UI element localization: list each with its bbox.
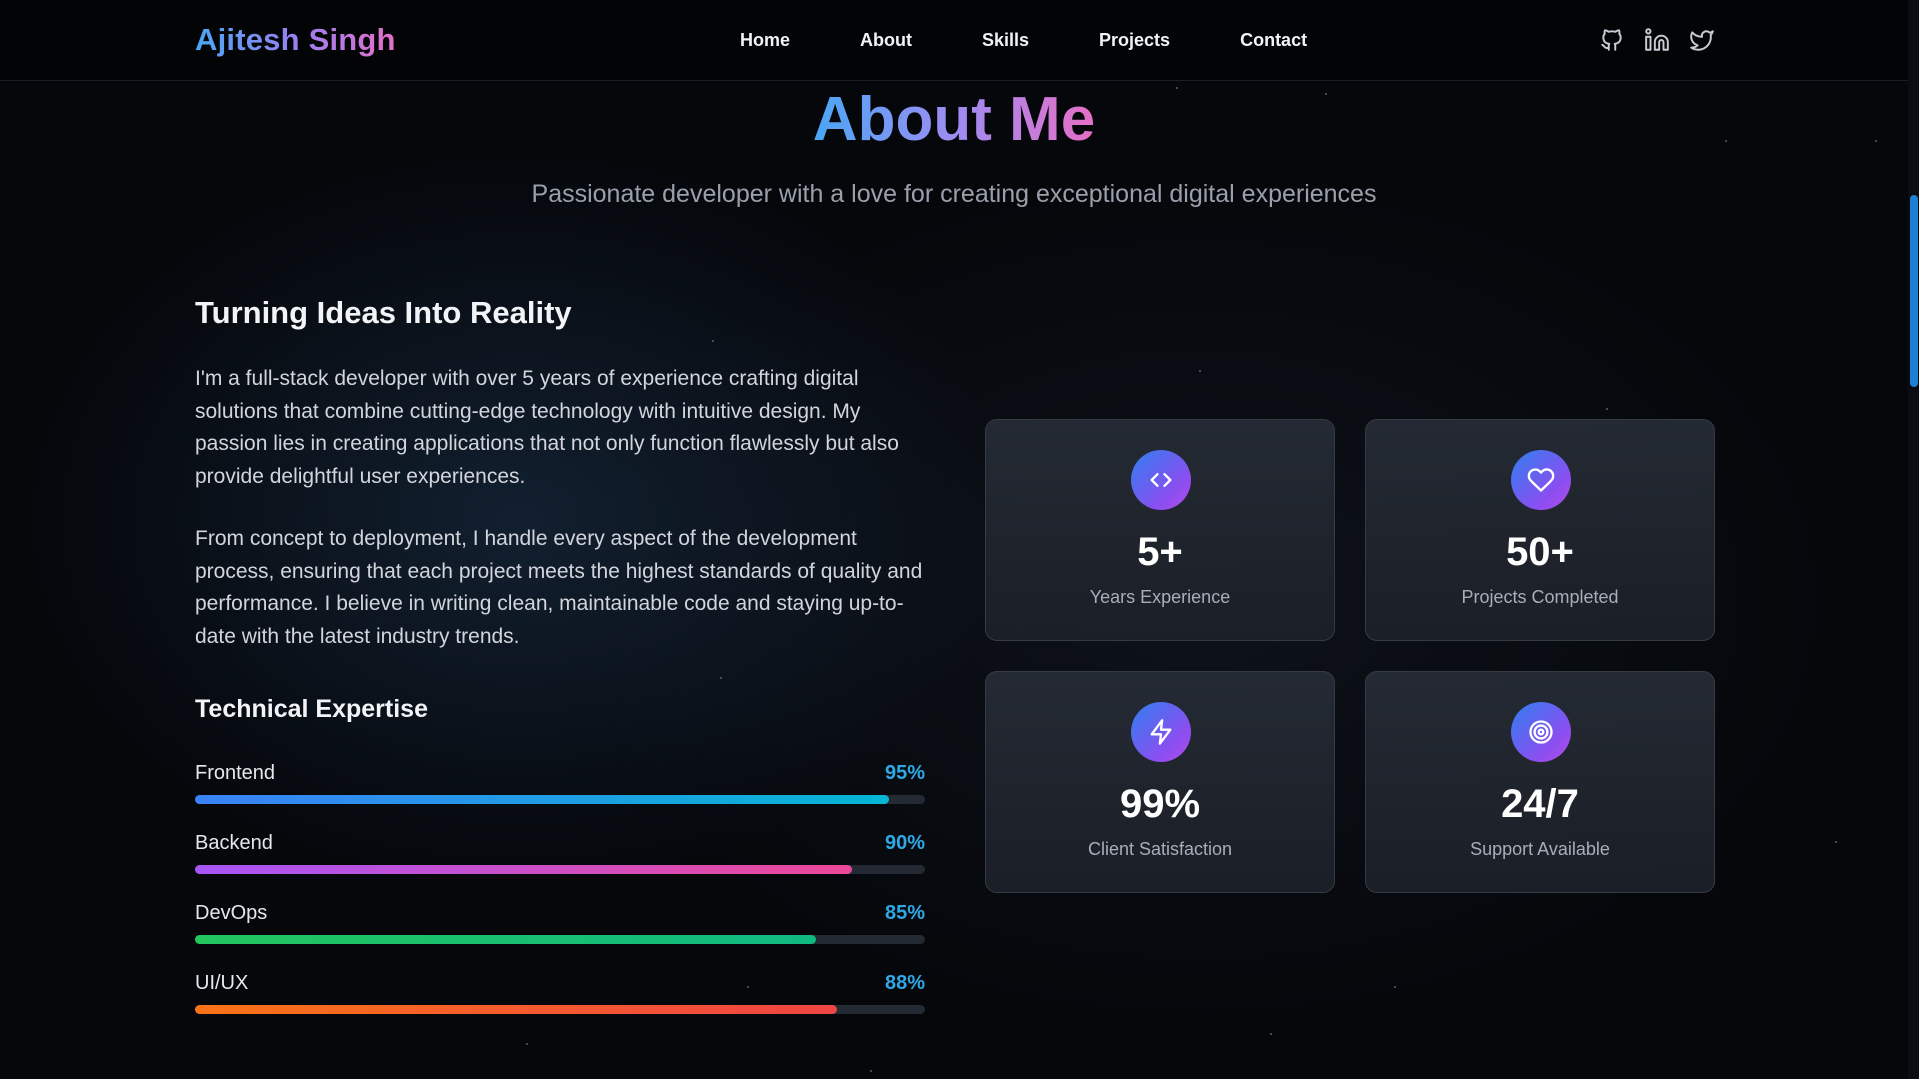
stat-value: 24/7 [1501, 782, 1579, 826]
skill-percent: 88% [884, 972, 925, 994]
expertise-heading: Technical Expertise [195, 695, 428, 723]
stat-value: 5+ [1137, 530, 1183, 574]
skill-progress-fill [195, 795, 889, 804]
nav-projects[interactable]: Projects [1099, 30, 1170, 51]
skill-uiux: UI/UX 88% [195, 972, 925, 1032]
heart-icon [1511, 450, 1571, 510]
target-icon [1511, 702, 1571, 762]
stat-label: Years Experience [1089, 587, 1231, 607]
page-title: About Me [812, 85, 1096, 154]
brand-logo[interactable]: Ajitesh Singh [195, 22, 396, 58]
social-links [1599, 27, 1734, 55]
code-icon [1131, 450, 1191, 510]
stat-card-support: 24/7 Support Available [1365, 671, 1715, 893]
skill-name: Backend [195, 832, 273, 854]
stat-label: Client Satisfaction [1087, 839, 1233, 859]
stat-card-experience: 5+ Years Experience [985, 419, 1335, 641]
scrollbar-thumb[interactable] [1910, 195, 1918, 387]
skill-percent: 85% [884, 902, 925, 924]
page-subtitle: Passionate developer with a love for cre… [531, 180, 1377, 208]
skill-progress-track [195, 795, 925, 804]
skill-devops: DevOps 85% [195, 902, 925, 962]
linkedin-icon[interactable] [1644, 27, 1672, 55]
nav-home[interactable]: Home [740, 30, 790, 51]
scrollbar-track[interactable] [1908, 0, 1919, 1079]
about-paragraph-1: I'm a full-stack developer with over 5 y… [195, 367, 899, 488]
skill-name: UI/UX [195, 972, 249, 994]
skill-progress-fill [195, 935, 816, 944]
stat-value: 99% [1119, 782, 1201, 826]
top-nav-bar: Ajitesh Singh Home About Skills Projects… [0, 0, 1908, 81]
github-icon[interactable] [1599, 27, 1627, 55]
skill-progress-track [195, 1005, 925, 1014]
stat-card-satisfaction: 99% Client Satisfaction [985, 671, 1335, 893]
stat-value: 50+ [1506, 530, 1574, 574]
skill-name: Frontend [195, 762, 276, 784]
main-nav: Home About Skills Projects Contact [740, 30, 1377, 51]
skill-progress-track [195, 935, 925, 944]
skill-backend: Backend 90% [195, 832, 925, 892]
skill-percent: 90% [884, 832, 925, 854]
skill-name: DevOps [195, 902, 268, 924]
nav-skills[interactable]: Skills [982, 30, 1029, 51]
stat-label: Projects Completed [1461, 587, 1619, 607]
skill-percent: 95% [884, 762, 925, 784]
about-paragraph-2: From concept to deployment, I handle eve… [195, 527, 923, 648]
twitter-icon[interactable] [1689, 27, 1717, 55]
stat-label: Support Available [1470, 839, 1610, 859]
skill-progress-track [195, 865, 925, 874]
stat-card-projects: 50+ Projects Completed [1365, 419, 1715, 641]
section-heading: Turning Ideas Into Reality [195, 295, 572, 330]
skill-progress-fill [195, 1005, 838, 1014]
skill-progress-fill [195, 865, 852, 874]
nav-contact[interactable]: Contact [1240, 30, 1307, 51]
skill-frontend: Frontend 95% [195, 762, 925, 822]
nav-about[interactable]: About [860, 30, 912, 51]
lightning-icon [1131, 702, 1191, 762]
